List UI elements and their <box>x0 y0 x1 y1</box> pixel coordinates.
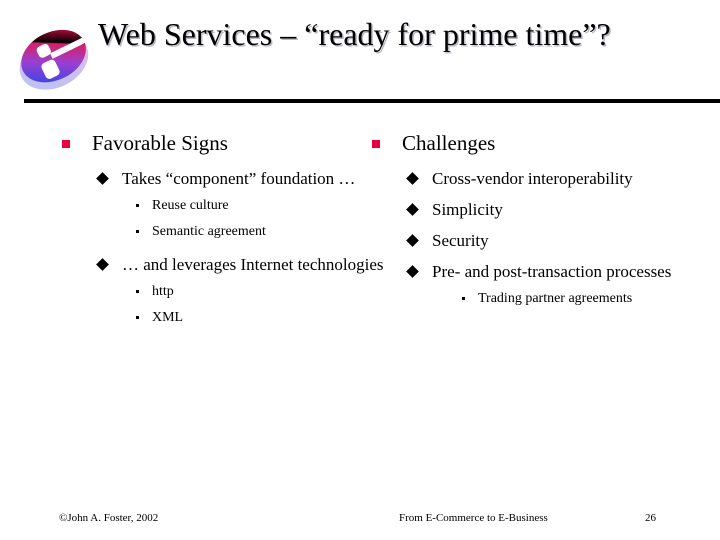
bullet-group: Takes “component” foundation … Reuse cul… <box>56 167 386 243</box>
list-item: Trading partner agreements <box>366 288 706 310</box>
list-item-label: Takes “component” foundation … <box>122 169 356 188</box>
list-item-label: Semantic agreement <box>152 224 266 239</box>
left-heading-label: Favorable Signs <box>92 131 228 155</box>
list-item: http <box>56 281 386 303</box>
title-block: Web Services – “ready for prime time”? <box>98 14 628 54</box>
list-item-label: Security <box>432 231 489 250</box>
list-item-label: XML <box>152 310 184 325</box>
content-column-left: Favorable Signs Takes “component” founda… <box>56 130 386 329</box>
list-item-label: Pre- and post-transaction processes <box>432 262 672 281</box>
list-item-label: http <box>152 284 174 299</box>
dot-bullet-icon <box>136 204 139 207</box>
list-item: XML <box>56 307 386 329</box>
source-title-text: From E-Commerce to E-Business <box>399 512 548 524</box>
page-title: Web Services – “ready for prime time”? <box>98 16 611 52</box>
list-item: Reuse culture <box>56 195 386 217</box>
square-bullet-icon <box>372 140 380 148</box>
diamond-bullet-icon <box>406 265 419 278</box>
list-item-label: Cross-vendor interoperability <box>432 169 633 188</box>
dot-bullet-icon <box>136 230 139 233</box>
list-item: Cross-vendor interoperability <box>366 167 706 191</box>
list-item: Simplicity <box>366 198 706 222</box>
list-item-label: … and leverages Internet technologies <box>122 255 384 274</box>
copyright-text: ©John A. Foster, 2002 <box>59 512 159 524</box>
list-item: Pre- and post-transaction processes <box>366 260 706 284</box>
list-item: Security <box>366 229 706 253</box>
dot-bullet-icon <box>136 316 139 319</box>
diamond-bullet-icon <box>96 258 109 271</box>
diamond-bullet-icon <box>406 172 419 185</box>
presentation-slide: Web Services – “ready for prime time”? F… <box>0 0 720 540</box>
slide-footer: ©John A. Foster, 2002 From E-Commerce to… <box>0 512 720 532</box>
list-item-label: Trading partner agreements <box>478 291 633 306</box>
bullet-group: … and leverages Internet technologies ht… <box>56 253 386 329</box>
list-item: … and leverages Internet technologies <box>56 253 386 277</box>
list-item-label: Reuse culture <box>152 198 229 213</box>
diamond-bullet-icon <box>406 234 419 247</box>
left-column-heading: Favorable Signs <box>56 130 386 157</box>
dot-bullet-icon <box>136 290 139 293</box>
list-item: Semantic agreement <box>56 221 386 243</box>
bullet-group: Cross-vendor interoperability Simplicity… <box>366 167 706 310</box>
list-item-label: Simplicity <box>432 200 503 219</box>
list-item: Takes “component” foundation … <box>56 167 386 191</box>
stylized-e-logo-icon <box>8 8 100 106</box>
dot-bullet-icon <box>462 297 465 300</box>
right-heading-label: Challenges <box>402 131 496 155</box>
diamond-bullet-icon <box>96 172 109 185</box>
right-column-heading: Challenges <box>366 130 706 157</box>
diamond-bullet-icon <box>406 203 419 216</box>
content-column-right: Challenges Cross-vendor interoperability… <box>366 130 706 310</box>
title-divider <box>24 99 720 103</box>
square-bullet-icon <box>62 140 70 148</box>
page-number: 26 <box>645 512 656 524</box>
